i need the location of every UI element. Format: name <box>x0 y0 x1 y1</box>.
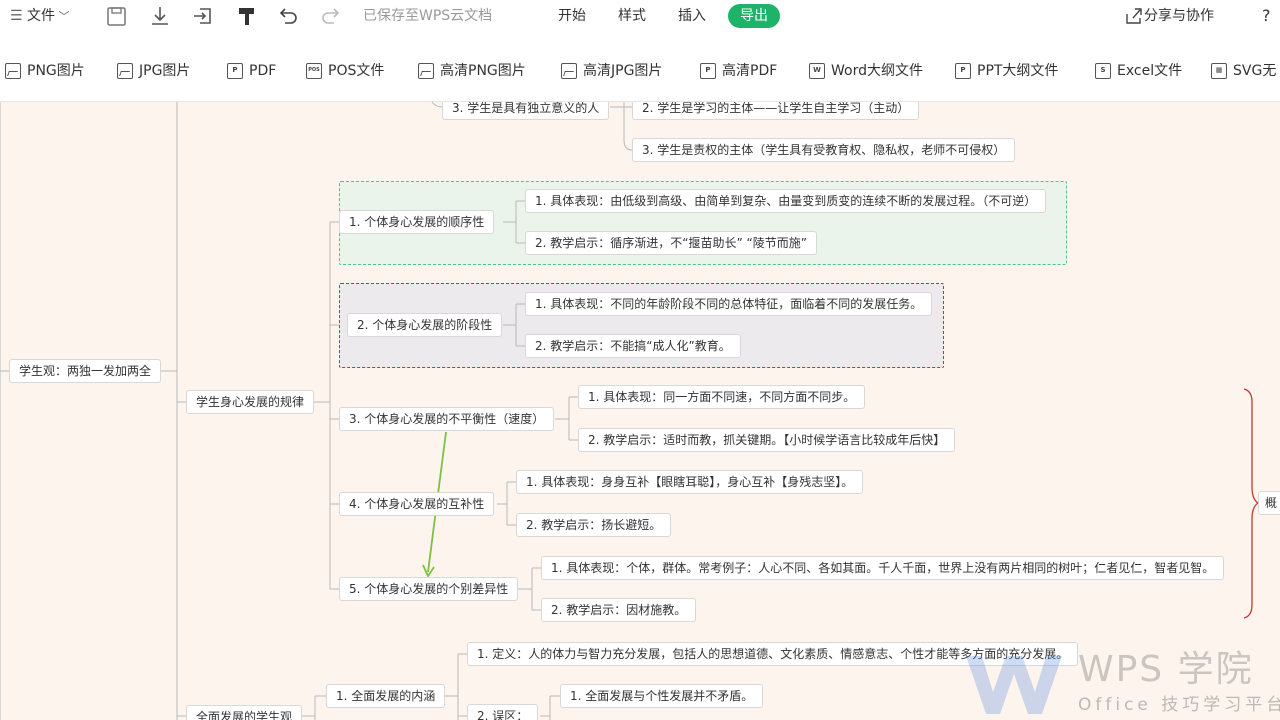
svg-icon: ▦ <box>1211 63 1227 79</box>
watermark-title: WPS 学院 <box>1078 649 1254 690</box>
export-pdf[interactable]: P PDF <box>227 61 276 81</box>
menu-start[interactable]: 开始 <box>558 0 586 32</box>
node-law-difference[interactable]: 5. 个体身心发展的个别差异性 <box>339 577 519 601</box>
node-all-round-view[interactable]: 全面发展的学生观 <box>186 705 303 720</box>
wps-academy-watermark: WPS 学院 Office 技巧学习平台 <box>962 648 1280 720</box>
node-student-view[interactable]: 学生观：两独一发加两全 <box>9 359 162 383</box>
node-law-stage-manifest[interactable]: 1. 具体表现：不同的年龄阶段不同的总体特征，面临着不同的发展任务。 <box>525 292 933 316</box>
redo-icon[interactable] <box>320 0 342 32</box>
undo-icon[interactable] <box>277 0 299 32</box>
node-law-complementary-teaching[interactable]: 2. 教学启示：扬长避短。 <box>516 513 672 537</box>
node-law-difference-manifest[interactable]: 1. 具体表现：个体，群体。常考例子：人心不同、各如其面。千人千面，世界上没有两… <box>541 556 1225 580</box>
hamburger-icon: ☰ <box>10 8 28 24</box>
export-jpg[interactable]: JPG图片 <box>117 61 190 81</box>
top-toolbar: ☰ 文件 ﹀ 已保存至WPS云文档 开始 样式 插入 导出 分享与协作 ? <box>0 0 1280 32</box>
mindmap-canvas[interactable]: 3. 学生是具有独立意义的人 2. 学生是学习的主体——让学生自主学习（主动） … <box>0 102 1280 720</box>
share-icon <box>1126 8 1142 24</box>
menu-insert[interactable]: 插入 <box>678 0 706 32</box>
watermark-subtitle: Office 技巧学习平台 <box>1078 695 1280 715</box>
export-excel[interactable]: S Excel文件 <box>1095 61 1182 81</box>
word-icon: W <box>809 63 825 79</box>
download-icon[interactable] <box>149 0 171 32</box>
node-law-stage-teaching[interactable]: 2. 教学启示：不能搞“成人化”教育。 <box>525 334 741 358</box>
export-png[interactable]: PNG图片 <box>5 61 85 81</box>
node-law-difference-teaching[interactable]: 2. 教学启示：因材施教。 <box>541 598 697 622</box>
export-word-outline[interactable]: W Word大纲文件 <box>809 61 923 81</box>
node-independent-person[interactable]: 3. 学生是具有独立意义的人 <box>442 102 610 120</box>
chevron-down-icon: ﹀ <box>55 10 70 23</box>
hd-image-icon <box>561 63 577 79</box>
export-format-bar: PNG图片 JPG图片 P PDF POS POS文件 高清PNG图片 高清JPG图… <box>0 32 1280 102</box>
node-law-stage[interactable]: 2. 个体身心发展的阶段性 <box>347 313 503 337</box>
menu-style[interactable]: 样式 <box>618 0 646 32</box>
node-law-complementary-manifest[interactable]: 1. 具体表现：身身互补【眼瞎耳聪】，身心互补【身残志坚】。 <box>516 470 864 494</box>
export-pos[interactable]: POS POS文件 <box>306 61 384 81</box>
menu-export[interactable]: 导出 <box>728 4 780 28</box>
export-ppt-outline[interactable]: P PPT大纲文件 <box>955 61 1058 81</box>
node-law-complementary[interactable]: 4. 个体身心发展的互补性 <box>339 492 495 516</box>
node-development-laws[interactable]: 学生身心发展的规律 <box>186 390 315 414</box>
export-hd-pdf[interactable]: P 高清PDF <box>700 61 777 81</box>
export-svg[interactable]: ▦ SVG无 <box>1211 61 1276 81</box>
format-painter-icon[interactable] <box>236 0 258 32</box>
excel-icon: S <box>1095 63 1111 79</box>
node-law-sequence[interactable]: 1. 个体身心发展的顺序性 <box>339 210 495 234</box>
node-law-imbalance[interactable]: 3. 个体身心发展的不平衡性（速度） <box>339 407 555 431</box>
node-law-imbalance-manifest[interactable]: 1. 具体表现：同一方面不同速，不同方面不同步。 <box>578 385 866 409</box>
image-icon <box>117 63 133 79</box>
hd-image-icon <box>418 63 434 79</box>
file-menu[interactable]: ☰ 文件 ﹀ <box>10 0 70 32</box>
node-learning-subject[interactable]: 2. 学生是学习的主体——让学生自主学习（主动） <box>632 102 920 120</box>
node-all-round-connotation[interactable]: 1. 全面发展的内涵 <box>326 684 446 708</box>
node-law-sequence-teaching[interactable]: 2. 教学启示：循序渐进，不“揠苗助长” “陵节而施” <box>525 231 817 255</box>
node-rights-subject[interactable]: 3. 学生是责权的主体（学生具有受教育权、隐私权，老师不可侵权） <box>632 138 1016 162</box>
import-icon[interactable] <box>192 0 214 32</box>
save-status: 已保存至WPS云文档 <box>363 8 493 24</box>
node-law-imbalance-teaching[interactable]: 2. 教学启示：适时而教，抓关键期。【小时候学语言比较成年后快】 <box>578 428 956 452</box>
export-hd-png[interactable]: 高清PNG图片 <box>418 61 526 81</box>
pos-icon: POS <box>306 63 322 79</box>
save-icon[interactable] <box>106 0 128 32</box>
hd-pdf-icon: P <box>700 63 716 79</box>
node-summary[interactable]: 概 <box>1258 491 1280 515</box>
share-button[interactable]: 分享与协作 <box>1124 0 1214 32</box>
pdf-icon: P <box>227 63 243 79</box>
node-law-sequence-manifest[interactable]: 1. 具体表现：由低级到高级、由简单到复杂、由量变到质变的连续不断的发展过程。（… <box>525 189 1047 213</box>
image-icon <box>5 63 21 79</box>
node-all-round-misconception[interactable]: 2. 误区： <box>467 704 539 720</box>
help-icon[interactable]: ? <box>1262 0 1271 32</box>
node-all-round-not-conflict[interactable]: 1. 全面发展与个性发展并不矛盾。 <box>560 684 764 708</box>
ppt-icon: P <box>955 63 971 79</box>
export-hd-jpg[interactable]: 高清JPG图片 <box>561 61 662 81</box>
